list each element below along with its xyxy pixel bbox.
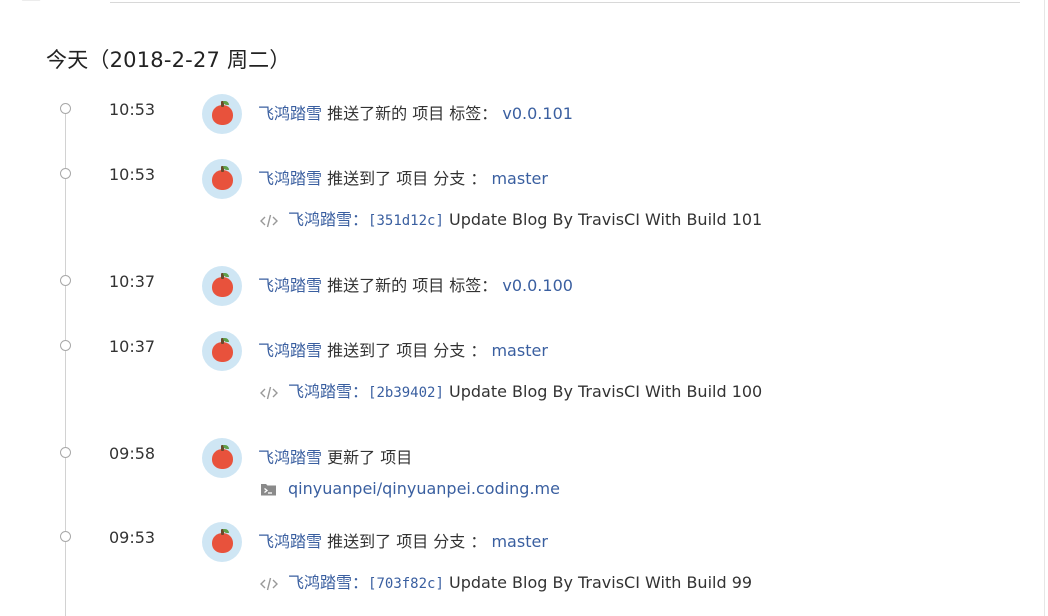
day-header: 今天（2018-2-27 周二） (46, 48, 291, 72)
commit-hash-link[interactable]: [351d12c] (368, 213, 444, 229)
user-link[interactable]: 飞鸿踏雪 (258, 169, 322, 188)
apple-avatar-icon (212, 277, 233, 297)
timeline-dot (60, 447, 71, 458)
event-action: 推送了新的 项目 标签： (327, 104, 498, 123)
event-summary: 飞鸿踏雪 推送了新的 项目 标签： v0.0.100 (258, 272, 573, 296)
commit-message: Update Blog By TravisCI With Build 101 (448, 210, 763, 229)
timeline-dot (60, 275, 71, 286)
apple-avatar-icon (212, 449, 233, 469)
timeline-dot (60, 531, 71, 542)
code-icon (260, 214, 278, 227)
branch-link[interactable]: master (491, 532, 547, 551)
code-icon (260, 577, 278, 590)
user-link[interactable]: 飞鸿踏雪 (258, 341, 322, 360)
event-time: 10:53 (109, 165, 156, 184)
apple-leaf (223, 166, 229, 170)
commit-hash-link[interactable]: [2b39402] (368, 385, 444, 401)
apple-leaf (223, 529, 229, 533)
tag-link[interactable]: v0.0.100 (502, 276, 573, 295)
commit-line: 飞鸿踏雪：[703f82c] Update Blog By TravisCI W… (260, 569, 752, 593)
event-time: 10:37 (109, 272, 156, 291)
timeline-dot (60, 103, 71, 114)
event-time: 09:58 (109, 444, 156, 463)
commit-colon: ： (352, 210, 369, 229)
user-link[interactable]: 飞鸿踏雪 (258, 532, 322, 551)
commit-author-link[interactable]: 飞鸿踏雪 (288, 210, 352, 229)
repo-line: qinyuanpei/qinyuanpei.coding.me (260, 479, 560, 498)
user-avatar[interactable] (202, 331, 242, 371)
user-link[interactable]: 飞鸿踏雪 (258, 276, 322, 295)
event-action: 推送到了 项目 分支 ： (327, 532, 487, 551)
apple-avatar-icon (212, 170, 233, 190)
apple-avatar-icon (212, 533, 233, 553)
event-action: 更新了 项目 (327, 448, 413, 467)
user-avatar[interactable] (202, 438, 242, 478)
apple-leaf (223, 445, 229, 449)
activity-page: 今天（2018-2-27 周二） 10:53 飞鸿踏雪 推送了新的 项目 标签：… (0, 0, 1048, 616)
user-link[interactable]: 飞鸿踏雪 (258, 104, 322, 123)
event-action: 推送到了 项目 分支 ： (327, 341, 487, 360)
commit-author-link[interactable]: 飞鸿踏雪 (288, 573, 352, 592)
user-link[interactable]: 飞鸿踏雪 (258, 448, 322, 467)
repo-link[interactable]: qinyuanpei/qinyuanpei.coding.me (288, 479, 560, 498)
event-summary: 飞鸿踏雪 更新了 项目 (258, 444, 412, 468)
commit-line: 飞鸿踏雪：[351d12c] Update Blog By TravisCI W… (260, 206, 762, 230)
user-avatar[interactable] (202, 159, 242, 199)
commit-hash-link[interactable]: [703f82c] (368, 576, 444, 592)
tag-link[interactable]: v0.0.101 (502, 104, 573, 123)
top-divider (110, 0, 1020, 3)
code-icon (260, 386, 278, 399)
right-border (1044, 0, 1045, 616)
user-avatar[interactable] (202, 266, 242, 306)
commit-line: 飞鸿踏雪：[2b39402] Update Blog By TravisCI W… (260, 378, 762, 402)
branch-link[interactable]: master (491, 169, 547, 188)
user-avatar[interactable] (202, 522, 242, 562)
apple-avatar-icon (212, 342, 233, 362)
apple-leaf (223, 273, 229, 277)
apple-leaf (223, 338, 229, 342)
event-summary: 飞鸿踏雪 推送到了 项目 分支 ： master (258, 528, 548, 552)
timeline-dot (60, 168, 71, 179)
event-summary: 飞鸿踏雪 推送到了 项目 分支 ： master (258, 165, 548, 189)
branch-link[interactable]: master (491, 341, 547, 360)
commit-message: Update Blog By TravisCI With Build 99 (448, 573, 753, 592)
apple-avatar-icon (212, 105, 233, 125)
event-time: 09:53 (109, 528, 156, 547)
commit-author-link[interactable]: 飞鸿踏雪 (288, 382, 352, 401)
timeline-dot (60, 340, 71, 351)
event-action: 推送到了 项目 分支 ： (327, 169, 487, 188)
commit-message: Update Blog By TravisCI With Build 100 (448, 382, 763, 401)
user-avatar[interactable] (202, 94, 242, 134)
event-time: 10:37 (109, 337, 156, 356)
terminal-repo-icon (261, 484, 276, 496)
commit-colon: ： (352, 573, 369, 592)
corner-decoration (17, 0, 41, 7)
event-action: 推送了新的 项目 标签： (327, 276, 498, 295)
event-summary: 飞鸿踏雪 推送到了 项目 分支 ： master (258, 337, 548, 361)
apple-leaf (223, 101, 229, 105)
commit-colon: ： (352, 382, 369, 401)
event-summary: 飞鸿踏雪 推送了新的 项目 标签： v0.0.101 (258, 100, 573, 124)
event-time: 10:53 (109, 100, 156, 119)
